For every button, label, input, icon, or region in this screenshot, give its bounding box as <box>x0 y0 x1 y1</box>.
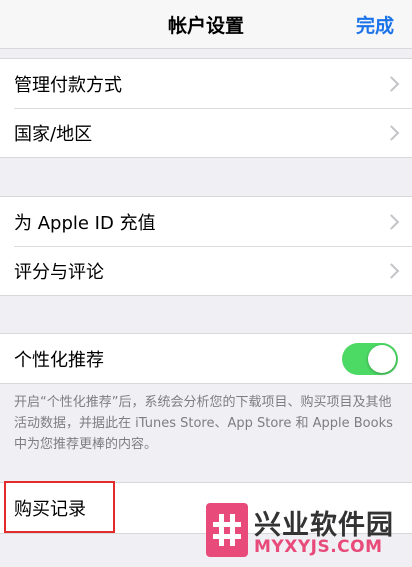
chevron-right-icon <box>383 75 400 92</box>
manage-payment-row[interactable]: 管理付款方式 <box>0 59 412 108</box>
personalization-group: 个性化推荐 <box>0 333 412 384</box>
chevron-right-icon <box>383 262 400 279</box>
chevron-right-icon <box>383 124 400 141</box>
highlight-annotation <box>4 481 115 533</box>
row-label: 个性化推荐 <box>14 349 104 371</box>
row-label: 评分与评论 <box>14 261 104 283</box>
row-label: 为 Apple ID 充值 <box>14 212 156 234</box>
toggle-knob <box>368 344 396 373</box>
payment-region-group: 管理付款方式 国家/地区 <box>0 58 412 158</box>
row-label: 国家/地区 <box>14 123 93 145</box>
personalized-recommendations-toggle[interactable] <box>342 342 398 375</box>
personalized-recommendations-row: 个性化推荐 <box>0 334 412 383</box>
hash-logo-icon <box>206 503 248 557</box>
personalization-footnote: 开启“个性化推荐”后，系统会分析您的下载项目、购买项目及其他活动数据，并据此在 … <box>14 395 393 452</box>
ratings-reviews-row[interactable]: 评分与评论 <box>0 246 412 295</box>
done-button[interactable]: 完成 <box>356 11 394 38</box>
chevron-right-icon <box>383 213 400 230</box>
country-region-row[interactable]: 国家/地区 <box>0 108 412 157</box>
apple-id-topup-row[interactable]: 为 Apple ID 充值 <box>0 197 412 246</box>
watermark-url: MYXYJS.COM <box>254 537 383 557</box>
watermark: 兴业软件园 MYXYJS.COM <box>206 503 406 561</box>
row-label: 管理付款方式 <box>14 74 122 96</box>
topup-ratings-group: 为 Apple ID 充值 评分与评论 <box>0 196 412 296</box>
navigation-bar: 帐户设置 完成 <box>0 0 412 49</box>
page-title: 帐户设置 <box>167 15 244 37</box>
